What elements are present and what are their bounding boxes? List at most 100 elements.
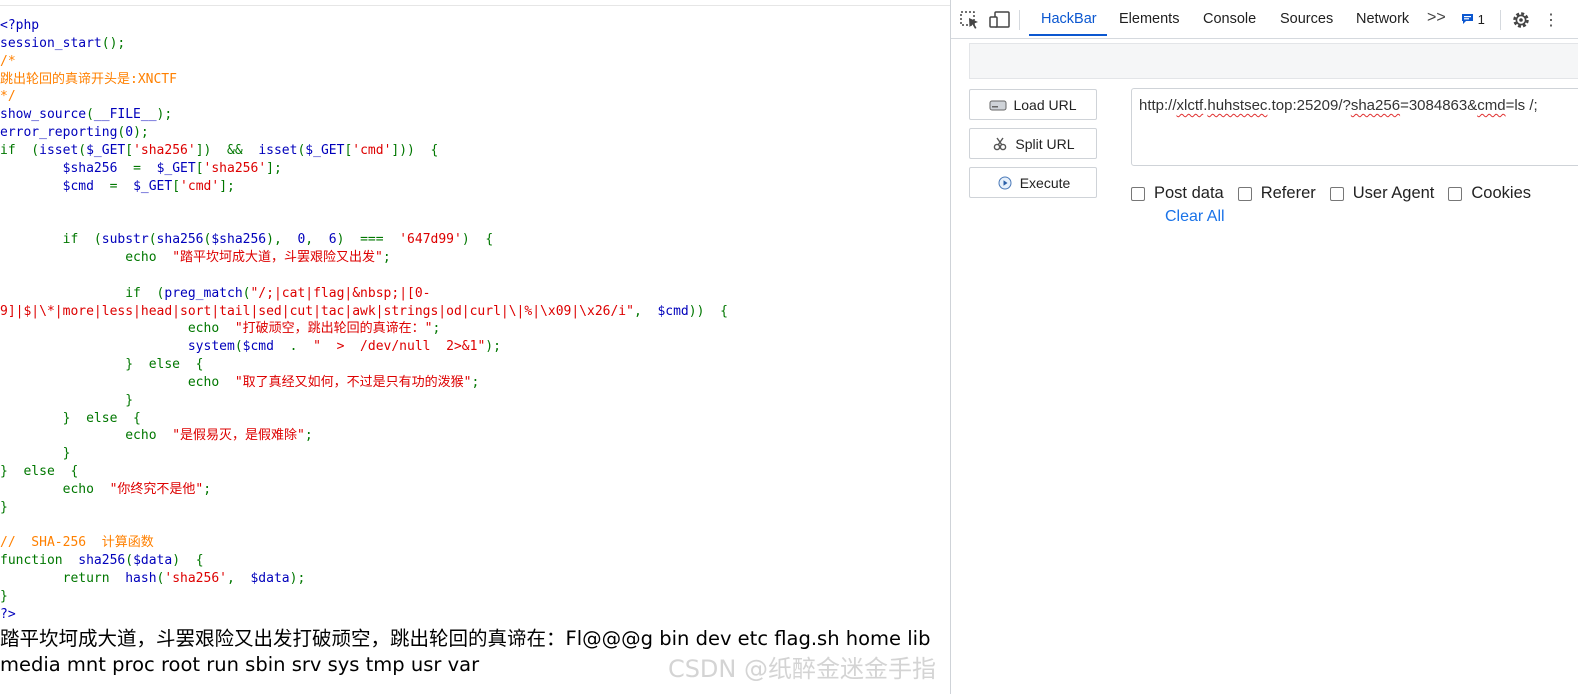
code-line: 跳出轮回的真谛开头是:XNCTF — [0, 71, 728, 89]
code-token: 9]|$|\*|more|less|head|sort|tail|sed|cut… — [0, 303, 634, 319]
php-source-page: <?php session_start();/* 跳出轮回的真谛开头是:XNCTF *… — [0, 0, 950, 694]
code-token: echo — [0, 321, 235, 337]
post-data-checkbox[interactable] — [1131, 186, 1145, 201]
code-line: session_start(); — [0, 35, 728, 53]
code-token: "打破顽空，跳出轮回的真谛在：" — [234, 321, 433, 337]
code-token: } else { — [0, 357, 204, 373]
code-token: )) { — [688, 303, 728, 319]
load-url-label: Load URL — [1013, 96, 1077, 113]
code-token: $cmd — [62, 178, 110, 194]
more-options-icon[interactable]: ⋮ — [1543, 10, 1559, 30]
code-line: } — [0, 392, 728, 410]
post-data-option[interactable]: Post data — [1131, 184, 1224, 203]
code-token: . — [289, 339, 314, 355]
user-agent-option[interactable]: User Agent — [1329, 184, 1434, 203]
tab-elements[interactable]: Elements — [1119, 11, 1179, 27]
code-line: ?> — [0, 606, 728, 624]
code-token: 0 — [125, 125, 134, 141]
code-token: ]; — [266, 160, 282, 176]
cookies-option[interactable]: Cookies — [1448, 184, 1531, 203]
code-line: } else { — [0, 463, 728, 481]
code-token: return — [0, 571, 126, 587]
code-line: $cmd = $_GET['cmd']; — [0, 178, 728, 196]
code-token: $sha256 — [211, 232, 267, 248]
code-token: substr — [101, 232, 149, 248]
code-line: */ — [0, 88, 728, 106]
more-tabs-button[interactable]: >> — [1427, 9, 1446, 27]
tab-hackbar[interactable]: HackBar — [1041, 11, 1097, 27]
url-part-misspelled: xlctf — [1176, 97, 1204, 114]
code-token: // SHA-256 计算函数 — [0, 535, 154, 551]
code-token: ) { — [461, 232, 494, 248]
code-token: , — [305, 232, 329, 248]
php-source-code: <?php session_start();/* 跳出轮回的真谛开头是:XNCTF *… — [0, 17, 728, 624]
code-token: 'cmd' — [180, 178, 220, 194]
code-token: isset — [39, 142, 79, 158]
code-token: "踏平坎坷成大道，斗罢艰险又出发" — [172, 249, 383, 265]
user-agent-checkbox[interactable] — [1329, 186, 1344, 201]
url-part: =3084863& — [1400, 97, 1478, 114]
issues-badge[interactable]: 1 — [1461, 12, 1493, 28]
settings-gear-icon[interactable] — [1511, 10, 1531, 30]
tab-network[interactable]: Network — [1356, 11, 1409, 27]
hackbar-menu-bar — [969, 43, 1578, 79]
code-token: $data — [133, 553, 173, 569]
code-token: } else { — [0, 464, 79, 480]
code-line: echo "你终究不是他"; — [0, 481, 728, 499]
referer-checkbox[interactable] — [1237, 186, 1252, 201]
code-token: 'cmd' — [352, 142, 392, 158]
code-token: ; — [471, 374, 480, 390]
tab-sources[interactable]: Sources — [1280, 11, 1333, 27]
url-value: http://xlctf.huhstsec.top:25209/?sha256=… — [1139, 97, 1538, 114]
cookies-label: Cookies — [1471, 184, 1532, 202]
code-line: error_reporting(0); — [0, 124, 728, 142]
execute-button[interactable]: Execute — [969, 167, 1097, 198]
code-token: 'sha256' — [203, 160, 267, 176]
code-token: __FILE__ — [93, 107, 157, 123]
code-line: echo "踏平坎坷成大道，斗罢艰险又出发"; — [0, 249, 728, 267]
code-token: = — [133, 160, 157, 176]
code-token: hash — [125, 571, 157, 587]
code-token: ( — [86, 107, 94, 123]
code-token: , — [633, 303, 658, 319]
code-token: } — [0, 499, 8, 515]
code-token: session_start — [0, 35, 102, 51]
issues-count: 1 — [1477, 12, 1485, 27]
inspect-element-icon[interactable] — [959, 10, 981, 30]
load-url-button[interactable]: Load URL — [969, 89, 1097, 120]
scissors-icon — [994, 137, 1007, 150]
code-token: ) === — [336, 232, 400, 248]
code-token: ), — [266, 232, 298, 248]
code-token: show_source — [0, 107, 87, 123]
split-url-button[interactable]: Split URL — [969, 128, 1097, 159]
code-token: echo — [0, 249, 173, 265]
device-toolbar-icon[interactable] — [989, 10, 1011, 30]
code-token: ) { — [172, 553, 204, 569]
code-token: /* — [0, 53, 16, 69]
code-token: [ — [172, 178, 181, 194]
code-token: "取了真经又如何，不过是只有功的泼猴" — [234, 374, 472, 390]
code-token: "/;|cat|flag|&nbsp;|[0- — [250, 285, 431, 301]
tab-console[interactable]: Console — [1203, 11, 1256, 27]
code-token: 跳出轮回的真谛开头是:XNCTF — [0, 71, 177, 87]
url-part: .top:25209/? — [1267, 97, 1351, 114]
clear-all-link[interactable]: Clear All — [1165, 208, 1225, 226]
code-token: 6 — [328, 232, 337, 248]
code-token: $_GET — [133, 178, 173, 194]
code-line: echo "是假易灭，是假难除"; — [0, 427, 728, 445]
csdn-watermark: CSDN @纸醉金迷金手指 — [667, 655, 936, 683]
url-textarea[interactable]: http://xlctf.huhstsec.top:25209/?sha256=… — [1131, 88, 1578, 166]
code-line: /* — [0, 53, 728, 71]
code-token: = — [109, 178, 134, 194]
cookies-checkbox[interactable] — [1448, 186, 1463, 201]
code-token: system — [187, 339, 235, 355]
url-part: http:// — [1139, 97, 1177, 114]
code-line: if (substr(sha256($sha256), 0, 6) === '6… — [0, 231, 728, 249]
post-data-label: Post data — [1154, 184, 1224, 202]
referer-option[interactable]: Referer — [1237, 184, 1316, 203]
code-token: ; — [203, 481, 212, 497]
